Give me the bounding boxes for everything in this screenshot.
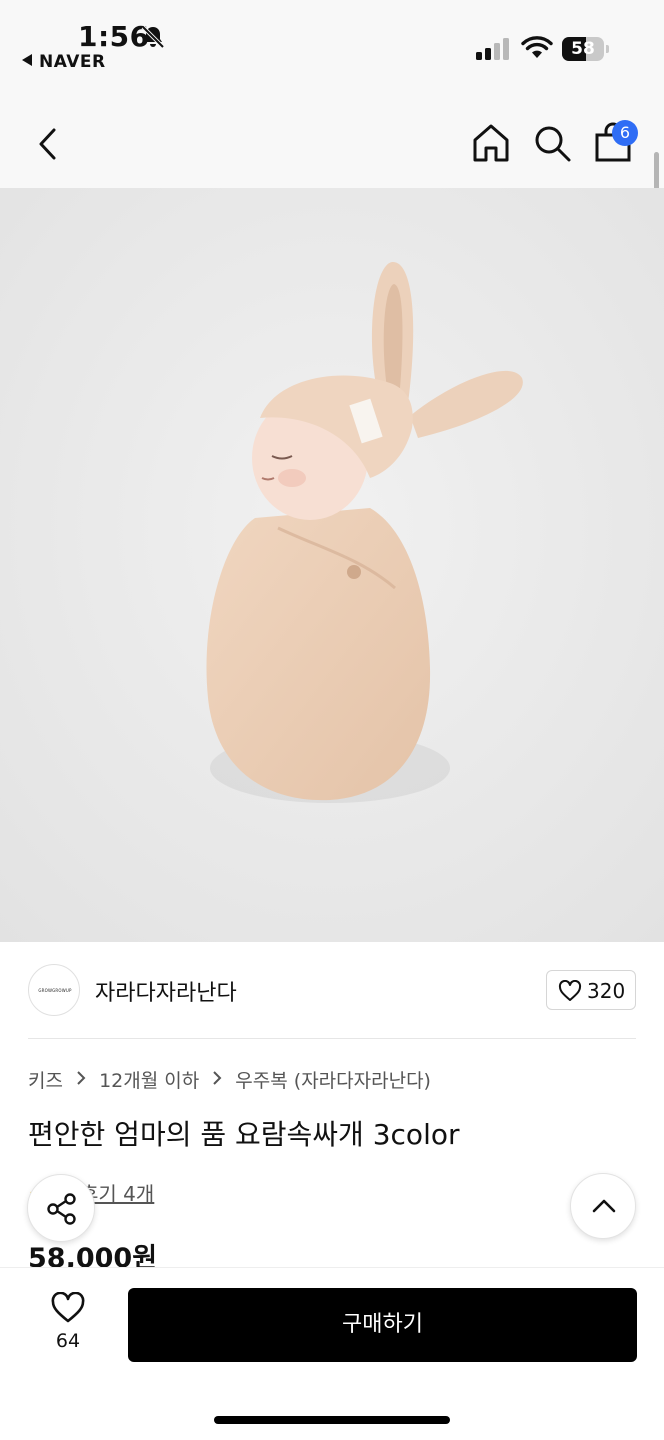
chevron-up-icon xyxy=(592,1199,616,1213)
swaddle-wrap xyxy=(206,508,431,801)
battery-body: 58 xyxy=(562,37,604,61)
breadcrumb-item-bodysuit[interactable]: 우주복 (자라다자라난다) xyxy=(235,1066,431,1093)
breadcrumb-item-kids[interactable]: 키즈 xyxy=(28,1066,63,1093)
breadcrumb-item-under-12-months[interactable]: 12개월 이하 xyxy=(99,1066,199,1093)
back-triangle-icon xyxy=(22,54,32,66)
product-photo xyxy=(0,188,664,942)
share-icon xyxy=(47,1193,76,1225)
chevron-left-icon[interactable] xyxy=(30,124,66,164)
battery-icon: 58 xyxy=(562,37,610,61)
brand-like-button[interactable]: 320 xyxy=(546,970,636,1010)
chevron-right-icon xyxy=(213,1071,222,1085)
home-indicator xyxy=(214,1416,450,1424)
product-detail-page: 1:56 NAVER 58 6 GROWGROWUP 자라다자라난다 320 키… xyxy=(0,0,664,1440)
battery-tip xyxy=(606,45,609,53)
back-to-app-link[interactable]: NAVER xyxy=(22,52,106,72)
product-title: 편안한 엄마의 품 요람속싸개 3color xyxy=(28,1118,460,1151)
bell-off-icon xyxy=(141,25,165,49)
back-app-label: NAVER xyxy=(39,52,106,72)
breadcrumb: 키즈 12개월 이하 우주복 (자라다자라난다) xyxy=(28,1066,431,1094)
heart-icon xyxy=(558,980,582,1001)
buy-button[interactable]: 구매하기 xyxy=(128,1288,637,1362)
battery-percent: 58 xyxy=(571,39,595,59)
signal-icon xyxy=(476,38,509,60)
heart-icon xyxy=(51,1292,85,1323)
wifi-icon xyxy=(521,36,553,58)
swaddle-button xyxy=(347,565,361,579)
brand-name[interactable]: 자라다자라난다 xyxy=(95,975,237,1007)
baby-cheek xyxy=(278,469,306,487)
wishlist-button[interactable]: 64 xyxy=(36,1288,100,1358)
status-bar: 1:56 NAVER 58 xyxy=(0,0,664,88)
status-time: 1:56 xyxy=(78,20,150,53)
wishlist-count: 64 xyxy=(55,1330,81,1352)
share-button[interactable] xyxy=(27,1174,95,1242)
brand-logo-text: GROWGROWUP xyxy=(38,988,72,993)
section-divider xyxy=(28,1038,636,1039)
cart-count-badge: 6 xyxy=(612,120,638,146)
scroll-to-top-button[interactable] xyxy=(570,1173,636,1239)
chevron-right-icon xyxy=(77,1071,86,1085)
top-navigation-bar xyxy=(0,88,664,188)
home-icon[interactable] xyxy=(470,122,512,164)
search-icon[interactable] xyxy=(531,122,573,164)
brand-like-count: 320 xyxy=(587,979,626,1003)
brand-logo[interactable]: GROWGROWUP xyxy=(28,964,80,1016)
